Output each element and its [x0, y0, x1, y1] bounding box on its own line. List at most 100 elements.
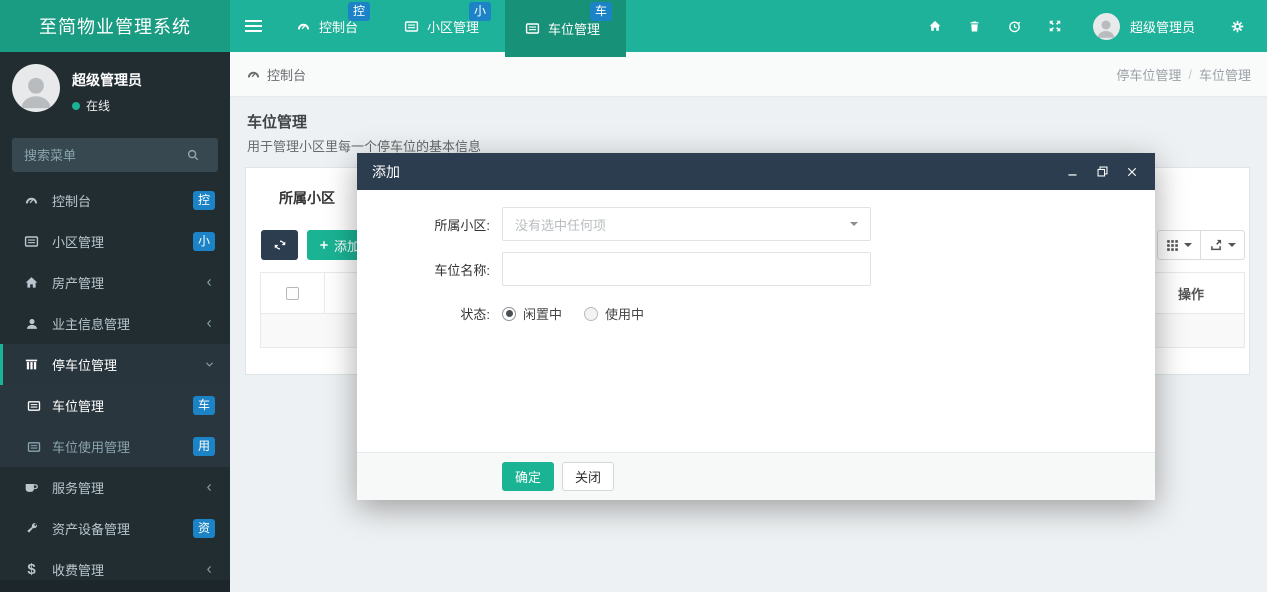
chevron-left-icon	[204, 277, 215, 288]
parking-submenu: 车位管理 车 车位使用管理 用	[0, 385, 230, 467]
navbar-tab-parking[interactable]: 车位管理 车	[505, 0, 626, 57]
user-menu[interactable]: 超级管理员	[1130, 17, 1195, 36]
top-navbar: 至简物业管理系统 控制台 控 小区管理 小 车位管理	[0, 0, 1267, 52]
dollar-icon: $	[23, 561, 40, 578]
clear-cache-icon	[1007, 19, 1022, 34]
export-button[interactable]	[1201, 230, 1245, 260]
sidebar-toggle-button[interactable]	[230, 0, 276, 52]
dashboard-icon	[23, 193, 40, 208]
radio-checked-icon[interactable]	[502, 307, 516, 321]
list-icon	[26, 399, 42, 413]
confirm-button[interactable]: 确定	[502, 462, 554, 491]
status-label: 状态:	[372, 304, 502, 323]
community-select[interactable]: 没有选中任何项	[502, 207, 871, 241]
breadcrumb-separator: /	[1188, 67, 1192, 82]
radio-unchecked-icon[interactable]	[584, 307, 598, 321]
sidebar-user-name: 超级管理员	[72, 70, 142, 90]
sidebar-item-parking-usage[interactable]: 车位使用管理 用	[0, 426, 230, 467]
dialog-close-button[interactable]: 关闭	[562, 462, 614, 491]
online-status-dot	[72, 102, 80, 110]
caret-down-icon	[1228, 243, 1236, 247]
window-controls	[1061, 161, 1143, 183]
dialog-footer: 确定 关闭	[357, 452, 1155, 500]
columns-button[interactable]	[1157, 230, 1201, 260]
fullscreen-button[interactable]	[1035, 0, 1075, 52]
menu-badge: 小	[193, 232, 215, 251]
page-title: 车位管理	[247, 111, 1250, 132]
chevron-left-icon	[204, 564, 215, 575]
status-label: 在线	[86, 97, 110, 114]
breadcrumb-bar: 控制台 停车位管理 / 车位管理	[230, 52, 1267, 97]
navbar-tab-community[interactable]: 小区管理 小	[384, 0, 505, 52]
tab-community-group[interactable]: 所属小区	[246, 168, 335, 208]
list-icon	[26, 440, 42, 454]
select-all-checkbox[interactable]	[286, 287, 299, 300]
search-button[interactable]	[186, 140, 216, 170]
table-tools	[1157, 230, 1245, 260]
menu-badge: 资	[193, 519, 215, 538]
select-placeholder: 没有选中任何项	[515, 215, 850, 234]
app-logo: 至简物业管理系统	[0, 0, 230, 52]
close-button[interactable]	[1121, 161, 1143, 183]
tab-badge: 控	[348, 2, 370, 21]
search-icon	[186, 148, 216, 162]
sidebar-item-owner-info[interactable]: 业主信息管理	[0, 303, 230, 344]
gears-icon	[1230, 19, 1245, 34]
menu-badge: 用	[193, 437, 215, 456]
sidebar-item-community[interactable]: 小区管理 小	[0, 221, 230, 262]
fullscreen-icon	[1048, 19, 1062, 33]
status-option-idle[interactable]: 闲置中	[502, 304, 562, 323]
status-option-in-use[interactable]: 使用中	[584, 304, 644, 323]
home-icon	[23, 275, 40, 290]
user-avatar[interactable]	[1093, 13, 1120, 40]
sidebar-item-assets[interactable]: 资产设备管理 资	[0, 508, 230, 549]
trash-button[interactable]	[955, 0, 995, 52]
breadcrumb-current: 车位管理	[1199, 65, 1251, 84]
navbar-tab-dashboard[interactable]: 控制台 控	[276, 0, 384, 52]
dialog-title: 添加	[372, 162, 400, 182]
refresh-button[interactable]	[261, 230, 298, 260]
clear-cache-button[interactable]	[995, 0, 1035, 52]
sidebar-item-parking[interactable]: 停车位管理	[0, 344, 230, 385]
status-radio-group: 闲置中 使用中	[502, 304, 644, 323]
minimize-icon	[1066, 165, 1079, 178]
minimize-button[interactable]	[1061, 161, 1083, 183]
menu-badge: 控	[193, 191, 215, 210]
sidebar-avatar[interactable]	[12, 64, 60, 112]
list-icon	[525, 21, 540, 36]
app-window: 至简物业管理系统 控制台 控 小区管理 小 车位管理	[0, 0, 1267, 592]
dashboard-icon	[246, 67, 261, 82]
list-icon	[23, 234, 40, 249]
sidebar-user-status[interactable]: 在线	[72, 97, 142, 114]
select-all-cell	[261, 273, 325, 313]
dialog-header[interactable]: 添加	[357, 153, 1155, 190]
name-field-row: 车位名称:	[372, 252, 1140, 286]
tab-badge: 小	[469, 2, 491, 21]
home-button[interactable]	[915, 0, 955, 52]
sidebar-item-dashboard[interactable]: 控制台 控	[0, 180, 230, 221]
sidebar-item-property[interactable]: 房产管理	[0, 262, 230, 303]
person-icon	[1094, 16, 1118, 40]
sidebar-item-service[interactable]: 服务管理	[0, 467, 230, 508]
sidebar-menu: 控制台 控 小区管理 小 房产管理 业主信息管理	[0, 180, 230, 590]
dashboard-icon	[296, 19, 311, 34]
grid-icon	[1166, 239, 1179, 252]
restore-icon	[1096, 165, 1109, 178]
parking-columns-icon	[23, 357, 40, 372]
status-field-row: 状态: 闲置中 使用中	[372, 304, 1140, 323]
breadcrumb-home-link[interactable]: 控制台	[246, 65, 306, 84]
maximize-button[interactable]	[1091, 161, 1113, 183]
hamburger-icon	[245, 20, 262, 22]
caret-down-icon	[1184, 243, 1192, 247]
export-icon	[1209, 238, 1223, 252]
breadcrumb: 停车位管理 / 车位管理	[1116, 65, 1251, 84]
parking-name-input[interactable]	[502, 252, 871, 286]
sidebar: 超级管理员 在线 控制台 控	[0, 52, 230, 592]
settings-button[interactable]	[1217, 0, 1257, 52]
navbar-tabs: 控制台 控 小区管理 小 车位管理 车	[276, 0, 626, 52]
service-cup-icon	[23, 480, 40, 495]
sidebar-item-parking-manage[interactable]: 车位管理 车	[0, 385, 230, 426]
chevron-left-icon	[204, 318, 215, 329]
chevron-down-icon	[204, 359, 215, 370]
app-title: 至简物业管理系统	[39, 13, 191, 39]
